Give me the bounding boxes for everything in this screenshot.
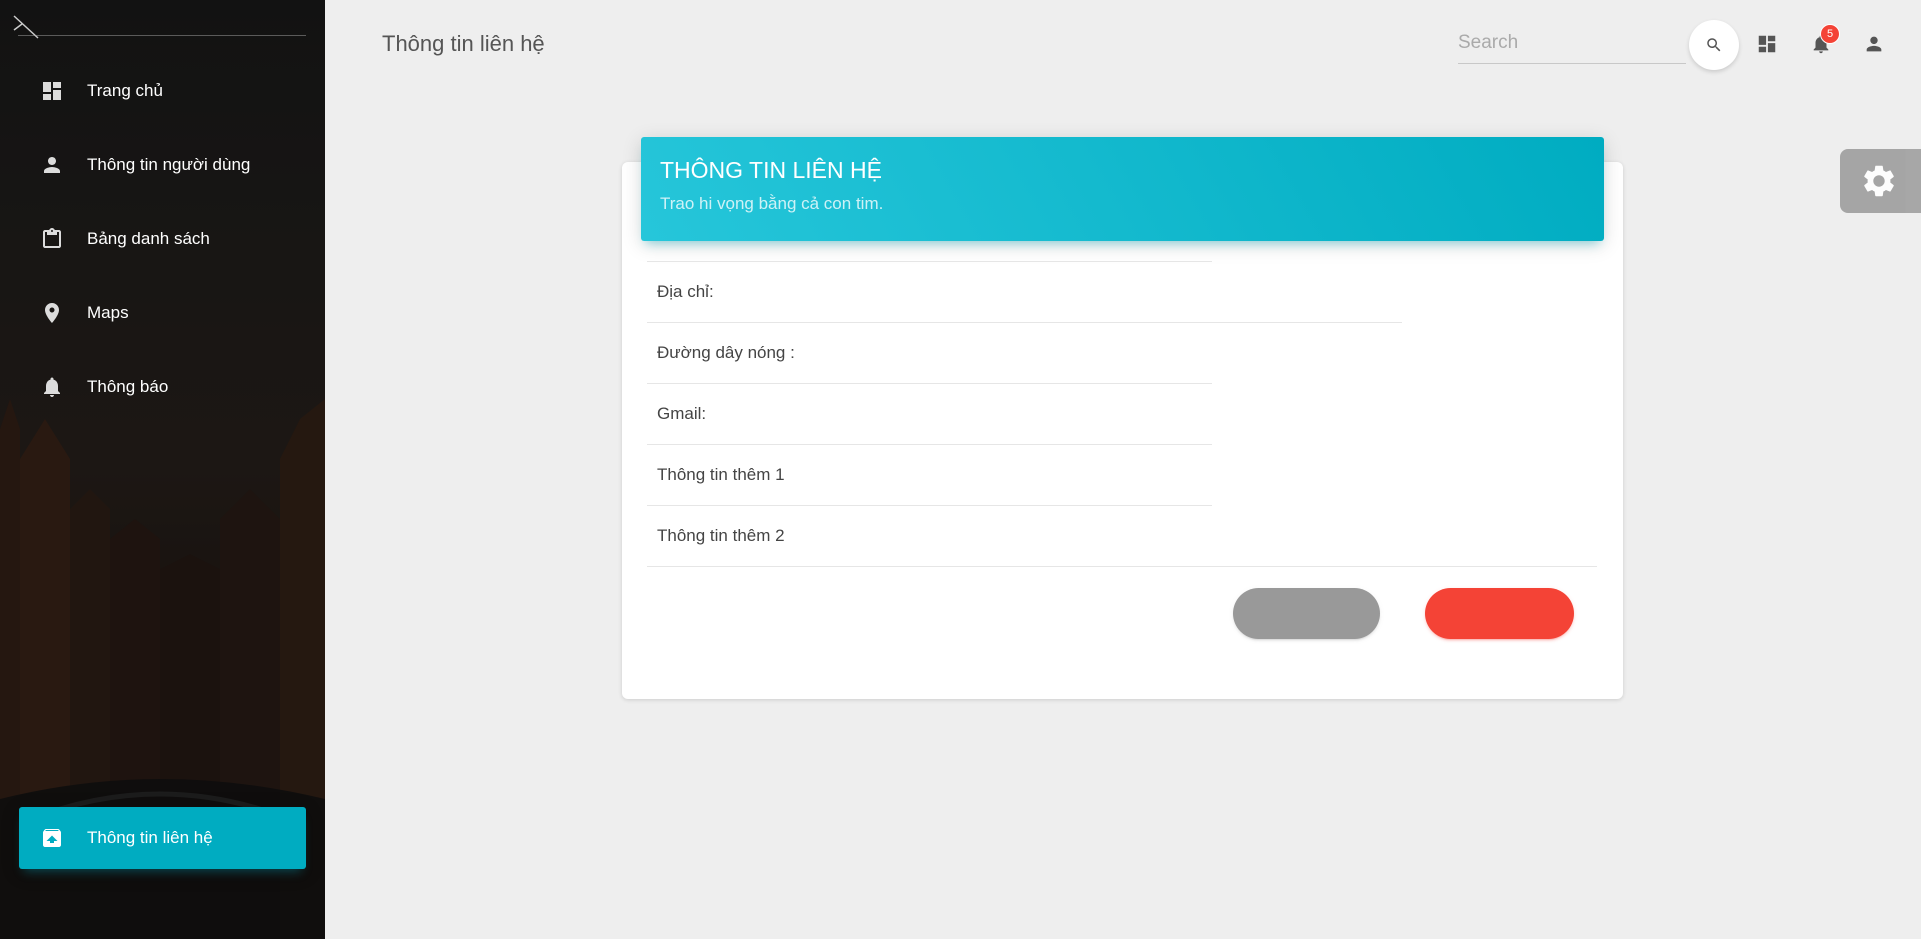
search-button[interactable] <box>1689 20 1739 70</box>
logo-divider <box>18 35 306 36</box>
sidebar-nav: Trang chủ Thông tin người dùng Bảng danh… <box>19 62 306 432</box>
divider <box>647 322 1402 323</box>
divider <box>647 505 1212 506</box>
gear-icon <box>1864 165 1894 197</box>
field-label: Đường dây nóng : <box>657 342 795 362</box>
secondary-button[interactable] <box>1233 588 1380 639</box>
card-subtitle: Trao hi vọng bằng cả con tim. <box>660 194 884 213</box>
list-item-duong-day-nong: Đường dây nóng : <box>647 322 1597 383</box>
card-title: THÔNG TIN LIÊN HỆ <box>660 157 882 183</box>
field-label: Gmail: <box>657 403 707 423</box>
divider <box>647 261 1212 262</box>
sidebar-item-label: Thông báo <box>87 377 169 396</box>
settings-plugin-button[interactable] <box>1840 149 1921 213</box>
card-header: THÔNG TIN LIÊN HỆ Trao hi vọng bằng cả c… <box>641 137 1604 241</box>
sidebar-item-label: Thông tin liên hệ <box>87 828 213 847</box>
account-button[interactable] <box>1861 31 1887 57</box>
sidebar-item-label: Bảng danh sách <box>87 229 210 248</box>
dashboard-icon <box>40 79 64 103</box>
sidebar-item-bang-danh-sach[interactable]: Bảng danh sách <box>19 210 306 268</box>
contact-info-list: Địa chỉ: Đường dây nóng : Gmail: Thông t… <box>647 261 1597 567</box>
logo-icon[interactable] <box>12 14 42 40</box>
page-title: Thông tin liên hệ <box>382 31 545 56</box>
list-item-dia-chi: Địa chỉ: <box>647 261 1597 322</box>
primary-button[interactable] <box>1425 588 1574 639</box>
sidebar-item-thong-bao[interactable]: Thông báo <box>19 358 306 416</box>
unarchive-icon <box>40 826 64 850</box>
sidebar-item-trang-chu[interactable]: Trang chủ <box>19 62 306 120</box>
field-label: Thông tin thêm 2 <box>657 525 785 545</box>
dashboard-icon <box>1758 35 1776 53</box>
search-icon <box>1707 38 1721 52</box>
sidebar-item-label: Trang chủ <box>87 81 163 100</box>
sidebar-item-maps[interactable]: Maps <box>19 284 306 342</box>
clipboard-icon <box>40 227 64 251</box>
field-label: Thông tin thêm 1 <box>657 464 785 484</box>
list-item-thong-tin-them-2: Thông tin thêm 2 <box>647 505 1597 566</box>
sidebar: Trang chủ Thông tin người dùng Bảng danh… <box>0 0 325 939</box>
divider <box>647 383 1212 384</box>
divider <box>647 566 1597 567</box>
divider <box>647 444 1212 445</box>
sidebar-item-thong-tin-lien-he[interactable]: Thông tin liên hệ <box>19 807 306 869</box>
sidebar-item-thong-tin-nguoi-dung[interactable]: Thông tin người dùng <box>19 136 306 194</box>
sidebar-item-label: Thông tin người dùng <box>87 155 251 174</box>
notifications-icon <box>40 375 64 399</box>
person-icon <box>1866 36 1882 52</box>
person-icon <box>40 153 64 177</box>
dashboard-button[interactable] <box>1754 31 1780 57</box>
list-item-thong-tin-them-1: Thông tin thêm 1 <box>647 444 1597 505</box>
field-label: Địa chỉ: <box>657 281 714 301</box>
location-pin-icon <box>40 301 64 325</box>
sidebar-item-label: Maps <box>87 303 129 322</box>
search-field[interactable] <box>1458 24 1686 64</box>
notification-badge: 5 <box>1820 24 1840 44</box>
list-item-gmail: Gmail: <box>647 383 1597 444</box>
search-input[interactable] <box>1458 24 1686 62</box>
